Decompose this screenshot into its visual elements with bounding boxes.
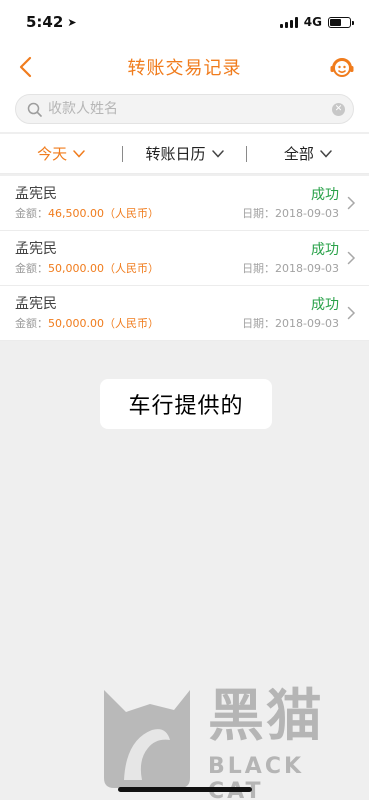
watermark-title: 黑猫 xyxy=(208,684,324,749)
amount-label: 金额： xyxy=(15,207,48,220)
chevron-right-icon xyxy=(347,306,356,320)
payee-name: 孟宪民 xyxy=(15,241,57,257)
filter-status[interactable]: 全部 xyxy=(247,143,369,164)
transfer-record[interactable]: 孟宪民 金额：46,500.00（人民币） 成功 日期：2018-09-03 xyxy=(0,176,369,231)
chevron-right-icon xyxy=(347,196,356,210)
status-badge: 成功 xyxy=(311,242,339,258)
amount-label: 金额： xyxy=(15,317,48,330)
back-button[interactable] xyxy=(12,54,38,80)
amount-value: 46,500.00（人民币） xyxy=(48,207,159,220)
record-date: 日期：2018-09-03 xyxy=(242,207,339,220)
battery-icon xyxy=(328,16,354,28)
customer-service-button[interactable] xyxy=(327,52,357,82)
black-cat-watermark: 黑猫 BLACK CAT xyxy=(96,682,366,800)
watermark-subtitle: BLACK CAT xyxy=(208,754,305,800)
chevron-down-icon xyxy=(211,149,224,158)
search-input[interactable] xyxy=(48,101,332,117)
home-indicator[interactable] xyxy=(118,787,252,792)
transfer-record-list: 孟宪民 金额：46,500.00（人民币） 成功 日期：2018-09-03 孟… xyxy=(0,176,369,341)
chevron-right-icon xyxy=(347,251,356,265)
chevron-down-icon xyxy=(73,149,85,158)
chevron-down-icon xyxy=(320,149,332,158)
amount-label: 金额： xyxy=(15,262,48,275)
transfer-record[interactable]: 孟宪民 金额：50,000.00（人民币） 成功 日期：2018-09-03 xyxy=(0,231,369,286)
chevron-left-icon xyxy=(19,56,32,78)
customer-service-icon xyxy=(330,58,354,77)
amount-value: 50,000.00（人民币） xyxy=(48,262,159,275)
filter-transfer-calendar-label: 转账日历 xyxy=(145,145,206,163)
filter-bar: 今天 转账日历 全部 xyxy=(0,134,369,174)
status-badge: 成功 xyxy=(311,187,339,203)
payee-name: 孟宪民 xyxy=(15,186,57,202)
page-title: 转账交易记录 xyxy=(127,58,242,79)
search-bar: ✕ xyxy=(0,90,369,132)
status-time: 5:42 xyxy=(26,13,64,31)
status-badge: 成功 xyxy=(311,297,339,313)
status-bar: 5:42 ➤ 4G xyxy=(0,0,369,44)
filter-date-range-label: 今天 xyxy=(37,145,68,163)
filter-date-range[interactable]: 今天 xyxy=(0,143,122,164)
caption-label: 车行提供的 xyxy=(100,379,272,429)
nav-bar: 转账交易记录 xyxy=(0,44,369,90)
location-icon: ➤ xyxy=(67,15,77,29)
record-date: 日期：2018-09-03 xyxy=(242,317,339,330)
amount-value: 50,000.00（人民币） xyxy=(48,317,159,330)
status-indicators: 4G xyxy=(279,15,354,29)
clear-icon[interactable]: ✕ xyxy=(332,102,345,116)
network-type: 4G xyxy=(303,15,322,29)
record-date: 日期：2018-09-03 xyxy=(242,262,339,275)
filter-transfer-calendar[interactable]: 转账日历 xyxy=(123,143,245,164)
filter-status-label: 全部 xyxy=(283,145,314,163)
app-screen: 5:42 ➤ 4G 转账交易记录 收款人姓名 ✕ 今天 转账日历 全部 孟宪民 … xyxy=(0,0,369,800)
payee-name: 孟宪民 xyxy=(15,296,57,312)
cat-logo-icon xyxy=(104,690,190,788)
signal-icon xyxy=(279,16,298,28)
search-icon xyxy=(26,101,42,117)
transfer-record[interactable]: 孟宪民 金额：50,000.00（人民币） 成功 日期：2018-09-03 xyxy=(0,286,369,341)
search-box[interactable]: ✕ xyxy=(15,94,354,124)
